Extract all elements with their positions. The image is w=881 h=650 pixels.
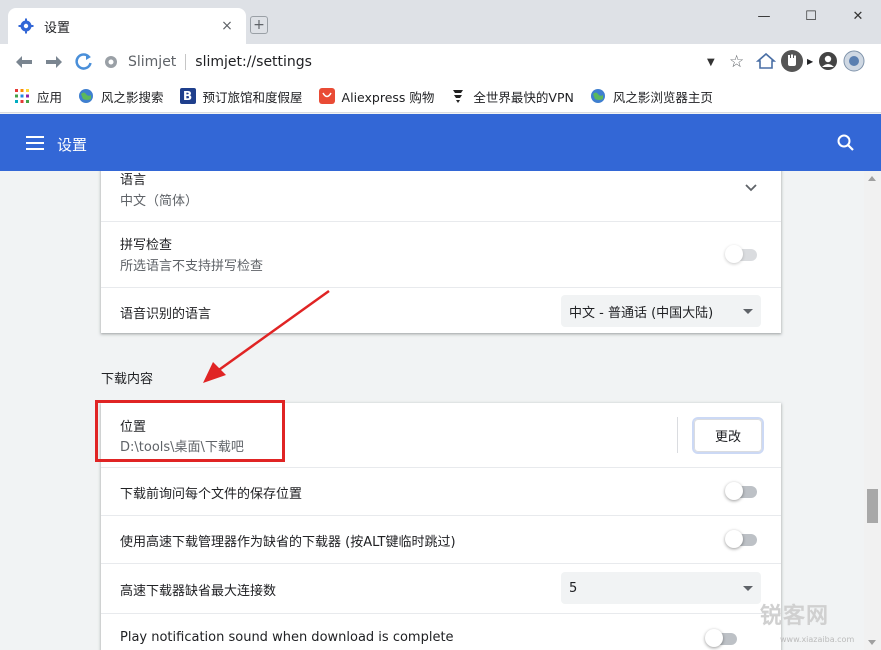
annotation-arrow-icon: [203, 289, 330, 383]
watermark-logo: 锐客网: [760, 604, 830, 629]
watermark-url: www.xiazaiba.com: [780, 635, 855, 644]
